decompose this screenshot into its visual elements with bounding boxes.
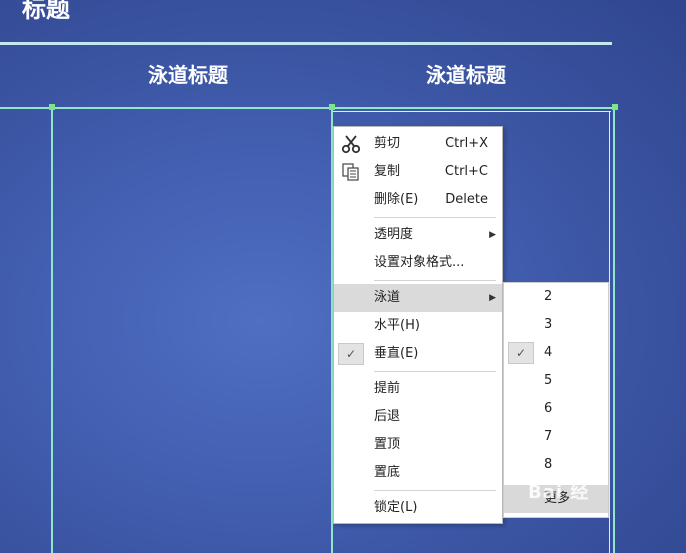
checkmark-icon: ✓ — [508, 342, 534, 364]
diagram-canvas[interactable]: 标题 泳道标题 泳道标题 剪切 Ctrl+X 复制 Ctrl+C 删除(E) D… — [0, 0, 686, 553]
menu-separator — [374, 217, 496, 218]
menu-item-shortcut: Ctrl+C — [444, 164, 488, 179]
title-underline — [0, 42, 612, 45]
menu-item-bring-to-front[interactable]: 置顶 — [334, 431, 502, 459]
checkmark-icon: ✓ — [338, 343, 364, 365]
menu-separator — [374, 490, 496, 491]
menu-item-format-object[interactable]: 设置对象格式... — [334, 249, 502, 277]
lane-top-border — [0, 107, 614, 109]
submenu-arrow-icon: ▶ — [489, 293, 496, 303]
menu-item-bring-forward[interactable]: 提前 — [334, 375, 502, 403]
lane-count-option[interactable]: 6 — [504, 395, 608, 423]
resize-handle[interactable] — [612, 104, 618, 110]
menu-item-swimlane[interactable]: 泳道 ▶ — [334, 284, 502, 312]
lane-title-1[interactable]: 泳道标题 — [88, 62, 288, 88]
menu-item-label: 泳道 — [374, 290, 401, 305]
menu-item-vertical[interactable]: ✓ 垂直(E) — [334, 340, 502, 368]
document-title: 标题 — [22, 0, 70, 23]
selection-outline-top — [333, 111, 611, 112]
menu-item-horizontal[interactable]: 水平(H) — [334, 312, 502, 340]
lane-count-option[interactable]: 3 — [504, 311, 608, 339]
menu-item-label: 删除(E) — [374, 192, 419, 207]
menu-item-transparency[interactable]: 透明度 ▶ — [334, 221, 502, 249]
menu-separator — [374, 371, 496, 372]
lane-divider-1 — [51, 107, 53, 553]
menu-item-label: 垂直(E) — [374, 346, 419, 361]
scissors-icon — [340, 134, 362, 154]
menu-item-copy[interactable]: 复制 Ctrl+C — [334, 158, 502, 186]
menu-item-lock[interactable]: 锁定(L) — [334, 494, 502, 522]
lane-count-option[interactable]: 8 — [504, 451, 608, 479]
lane-title-2[interactable]: 泳道标题 — [366, 62, 566, 88]
selection-outline-right — [609, 111, 610, 553]
menu-item-label: 置底 — [374, 465, 401, 480]
menu-item-send-backward[interactable]: 后退 — [334, 403, 502, 431]
resize-handle[interactable] — [49, 104, 55, 110]
menu-item-label: 透明度 — [374, 227, 414, 242]
menu-item-delete[interactable]: 删除(E) Delete — [334, 186, 502, 214]
context-menu: 剪切 Ctrl+X 复制 Ctrl+C 删除(E) Delete 透明度 ▶ 设… — [333, 126, 503, 524]
option-label: 7 — [544, 429, 553, 444]
menu-item-label: 复制 — [374, 164, 401, 179]
option-label: 2 — [544, 289, 553, 304]
menu-item-label: 水平(H) — [374, 318, 420, 333]
option-label: 3 — [544, 317, 553, 332]
menu-item-label: 置顶 — [374, 437, 401, 452]
option-label: 6 — [544, 401, 553, 416]
submenu-arrow-icon: ▶ — [489, 230, 496, 240]
option-label: 8 — [544, 457, 553, 472]
lane-count-option[interactable]: 5 — [504, 367, 608, 395]
menu-item-label: 剪切 — [374, 136, 401, 151]
menu-item-label: 后退 — [374, 409, 401, 424]
menu-item-send-to-back[interactable]: 置底 — [334, 459, 502, 487]
menu-item-label: 设置对象格式... — [374, 255, 465, 270]
menu-item-label: 提前 — [374, 381, 401, 396]
menu-separator — [374, 280, 496, 281]
copy-icon — [340, 162, 362, 182]
option-label: 4 — [544, 345, 553, 360]
lane-count-option-selected[interactable]: ✓ 4 — [504, 339, 608, 367]
menu-item-shortcut: Delete — [445, 192, 488, 207]
menu-item-cut[interactable]: 剪切 Ctrl+X — [334, 130, 502, 158]
lane-count-option[interactable]: 2 — [504, 283, 608, 311]
lane-count-option[interactable]: 7 — [504, 423, 608, 451]
lane-divider-3 — [613, 107, 615, 553]
menu-item-label: 锁定(L) — [374, 500, 418, 515]
resize-handle[interactable] — [329, 104, 335, 110]
option-label: 5 — [544, 373, 553, 388]
menu-item-shortcut: Ctrl+X — [445, 136, 488, 151]
baidu-watermark: Bai 经 — [528, 482, 590, 503]
